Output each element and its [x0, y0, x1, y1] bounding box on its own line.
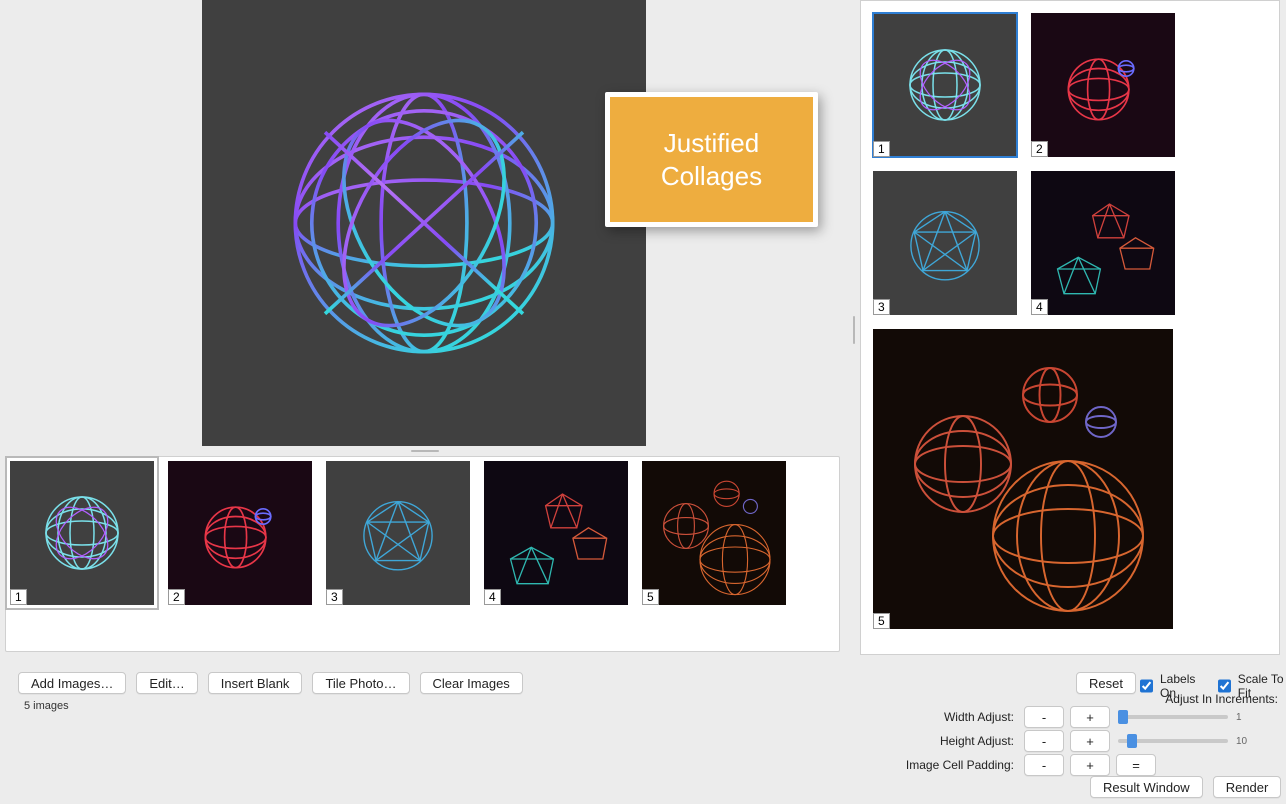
thumb-label: 5 — [642, 589, 659, 605]
status-text: 5 images — [24, 700, 69, 712]
labels-on-input[interactable] — [1140, 679, 1153, 693]
badge-text: Justified Collages — [610, 97, 813, 222]
icosahedra-icon — [491, 468, 621, 598]
spheres-icon — [873, 329, 1173, 629]
vertical-splitter[interactable] — [850, 0, 858, 660]
collage-cell[interactable]: 5 — [873, 329, 1173, 629]
insert-blank-button[interactable]: Insert Blank — [208, 672, 303, 694]
filmstrip-item[interactable]: 1 — [10, 461, 154, 605]
padding-equals-button[interactable]: = — [1116, 754, 1156, 776]
thumb-label: 1 — [10, 589, 27, 605]
increments-label: Adjust In Increments: — [1028, 692, 1278, 706]
padding-plus-button[interactable]: + — [1070, 754, 1110, 776]
filmstrip-item[interactable]: 5 — [642, 461, 786, 605]
reset-button[interactable]: Reset — [1076, 672, 1136, 694]
filmstrip-item[interactable]: 3 — [326, 461, 470, 605]
width-slider-value: 1 — [1236, 712, 1256, 723]
sphere-icon — [895, 35, 995, 135]
cell-padding-label: Image Cell Padding: — [886, 758, 1014, 772]
width-plus-button[interactable]: + — [1070, 706, 1110, 728]
width-slider[interactable] — [1118, 715, 1228, 719]
collage-cell[interactable]: 4 — [1031, 171, 1175, 315]
height-minus-button[interactable]: - — [1024, 730, 1064, 752]
filmstrip-item[interactable]: 2 — [168, 461, 312, 605]
add-images-button[interactable]: Add Images… — [18, 672, 126, 694]
sphere-icon — [185, 478, 295, 588]
sphere-icon — [259, 58, 589, 388]
cell-label: 3 — [873, 299, 890, 315]
filmstrip[interactable]: 1 2 3 — [5, 456, 840, 652]
height-plus-button[interactable]: + — [1070, 730, 1110, 752]
cell-label: 2 — [1031, 141, 1048, 157]
collage-cell[interactable]: 1 — [873, 13, 1017, 157]
left-pane: Justified Collages 1 — [0, 0, 850, 660]
edit-button[interactable]: Edit… — [136, 672, 197, 694]
result-window-button[interactable]: Result Window — [1090, 776, 1203, 798]
cell-label: 1 — [873, 141, 890, 157]
thumb-label: 4 — [484, 589, 501, 605]
sphere-icon — [1048, 30, 1158, 140]
preview-area: Justified Collages — [0, 0, 850, 450]
collage-output: 1 2 3 4 5 — [860, 0, 1280, 655]
bottom-toolbar: Add Images… Edit… Insert Blank Tile Phot… — [0, 660, 1286, 804]
width-minus-button[interactable]: - — [1024, 706, 1064, 728]
sphere-icon — [343, 478, 453, 588]
render-button[interactable]: Render — [1213, 776, 1282, 798]
tile-photo-button[interactable]: Tile Photo… — [312, 672, 409, 694]
spheres-icon — [644, 463, 784, 603]
collage-cell[interactable]: 3 — [873, 171, 1017, 315]
badge-card[interactable]: Justified Collages — [605, 92, 818, 227]
cell-label: 5 — [873, 613, 890, 629]
scale-to-fit-input[interactable] — [1218, 679, 1231, 693]
padding-minus-button[interactable]: - — [1024, 754, 1064, 776]
width-adjust-label: Width Adjust: — [886, 710, 1014, 724]
sphere-icon — [32, 483, 132, 583]
thumb-label: 3 — [326, 589, 343, 605]
preview-main-image[interactable] — [202, 0, 646, 446]
thumb-label: 2 — [168, 589, 185, 605]
cell-label: 4 — [1031, 299, 1048, 315]
filmstrip-item[interactable]: 4 — [484, 461, 628, 605]
horizontal-splitter[interactable] — [0, 448, 850, 454]
height-slider-value: 10 — [1236, 736, 1256, 747]
icosahedra-icon — [1038, 178, 1168, 308]
height-slider[interactable] — [1118, 739, 1228, 743]
badge-line2: Collages — [661, 160, 762, 193]
height-adjust-label: Height Adjust: — [886, 734, 1014, 748]
collage-cell[interactable]: 2 — [1031, 13, 1175, 157]
badge-line1: Justified — [661, 127, 762, 160]
sphere-icon — [890, 188, 1000, 298]
clear-images-button[interactable]: Clear Images — [420, 672, 523, 694]
